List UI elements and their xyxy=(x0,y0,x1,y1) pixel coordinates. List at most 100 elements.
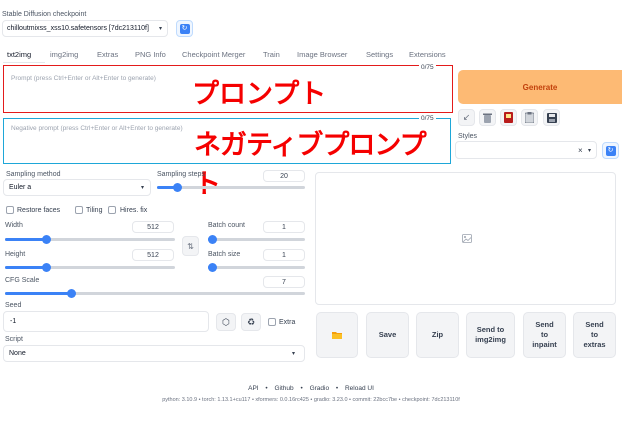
slider-fill xyxy=(5,266,45,269)
tab-img2img[interactable]: img2img xyxy=(50,50,78,59)
dice-icon: ⬡ xyxy=(222,316,230,327)
restore-faces-checkbox[interactable] xyxy=(6,206,14,214)
swap-icon: ⇅ xyxy=(187,241,194,251)
checkpoint-value: chilloutmixss_xss10.safetensors [7dc2131… xyxy=(7,25,149,32)
send-to-inpaint-button[interactable]: Send to inpaint xyxy=(523,312,566,358)
tab-image-browser[interactable]: Image Browser xyxy=(297,50,347,59)
read-params-button[interactable]: ↙ xyxy=(458,109,475,126)
height-label: Height xyxy=(5,251,26,258)
script-select[interactable]: None ▾ xyxy=(3,345,305,362)
height-slider[interactable] xyxy=(5,263,175,272)
restore-faces-label: Restore faces xyxy=(17,207,61,214)
arrow-icon: ↙ xyxy=(462,112,471,122)
reuse-seed-button[interactable]: ♻ xyxy=(241,313,261,331)
tab-txt2img[interactable]: txt2img xyxy=(7,50,31,59)
clear-icon[interactable]: × xyxy=(578,146,583,155)
width-input[interactable]: 512 xyxy=(132,221,174,233)
sampling-steps-slider[interactable] xyxy=(157,183,305,192)
slider-thumb[interactable] xyxy=(208,263,217,272)
footer-link-reload-ui[interactable]: Reload UI xyxy=(345,385,374,392)
generate-button[interactable]: Generate xyxy=(458,70,622,104)
clear-prompt-button[interactable] xyxy=(479,109,496,126)
send-to-extras-button[interactable]: Send to extras xyxy=(573,312,616,358)
batch-size-label: Batch size xyxy=(208,251,241,258)
negative-prompt-token-counter: 0/75 xyxy=(419,115,436,122)
prompt-textarea[interactable]: Prompt (press Ctrl+Enter or Alt+Enter to… xyxy=(3,65,453,113)
send-inpaint-line3: inpaint xyxy=(532,340,557,350)
prompt-token-counter: 0/75 xyxy=(419,64,436,71)
tab-settings[interactable]: Settings xyxy=(366,50,393,59)
cfg-scale-label: CFG Scale xyxy=(5,277,40,284)
cfg-scale-slider[interactable] xyxy=(5,289,305,298)
open-folder-button[interactable] xyxy=(316,312,358,358)
seed-input[interactable]: -1 xyxy=(3,311,209,332)
zip-button[interactable]: Zip xyxy=(416,312,459,358)
prompt-annotation: プロンプト xyxy=(192,79,327,110)
refresh-styles-button[interactable]: ↻ xyxy=(602,142,619,159)
send-extras-line1: Send xyxy=(585,319,604,329)
swap-dimensions-button[interactable]: ⇅ xyxy=(182,236,199,256)
footer-separator: • xyxy=(265,385,268,392)
footer-link-gradio[interactable]: Gradio xyxy=(310,385,330,392)
height-input[interactable]: 512 xyxy=(132,249,174,261)
styles-dropdown[interactable]: × ▾ xyxy=(455,141,597,159)
show-extra-networks-button[interactable] xyxy=(500,109,517,126)
clipboard-icon xyxy=(525,112,534,123)
tab-active-frame xyxy=(3,62,45,63)
tab-png-info[interactable]: PNG Info xyxy=(135,50,166,59)
slider-thumb[interactable] xyxy=(173,183,182,192)
random-seed-button[interactable]: ⬡ xyxy=(216,313,236,331)
generate-label: Generate xyxy=(522,82,558,92)
footer-link-api[interactable]: API xyxy=(248,385,258,392)
output-gallery[interactable] xyxy=(315,172,616,305)
sampling-method-label: Sampling method xyxy=(6,171,61,178)
batch-size-input[interactable]: 1 xyxy=(263,249,305,261)
slider-thumb[interactable] xyxy=(208,235,217,244)
tab-checkpoint-merger[interactable]: Checkpoint Merger xyxy=(182,50,245,59)
chevron-down-icon: ▾ xyxy=(588,148,592,154)
zip-label: Zip xyxy=(431,329,444,339)
tab-extensions[interactable]: Extensions xyxy=(409,50,446,59)
slider-thumb[interactable] xyxy=(67,289,76,298)
checkpoint-select[interactable]: chilloutmixss_xss10.safetensors [7dc2131… xyxy=(2,20,168,37)
sampling-steps-label: Sampling steps xyxy=(157,171,205,178)
styles-label: Styles xyxy=(458,133,478,140)
send-img2img-line2: img2img xyxy=(475,335,506,344)
apply-style-button[interactable] xyxy=(521,109,538,126)
negative-prompt-textarea[interactable]: Negative prompt (press Ctrl+Enter or Alt… xyxy=(3,118,451,200)
prompt-placeholder: Prompt (press Ctrl+Enter or Alt+Enter to… xyxy=(11,75,156,82)
width-label: Width xyxy=(5,222,23,229)
refresh-checkpoint-button[interactable]: ↻ xyxy=(176,20,193,37)
batch-count-slider[interactable] xyxy=(208,235,305,244)
batch-size-slider[interactable] xyxy=(208,263,305,272)
extra-seed-label: Extra xyxy=(279,319,296,326)
batch-count-input[interactable]: 1 xyxy=(263,221,305,233)
save-button[interactable]: Save xyxy=(366,312,409,358)
tiling-label: Tiling xyxy=(86,207,103,214)
extra-seed-checkbox[interactable] xyxy=(268,318,276,326)
save-style-button[interactable] xyxy=(543,109,560,126)
tab-train[interactable]: Train xyxy=(263,50,280,59)
footer-link-github[interactable]: Github xyxy=(275,385,294,392)
slider-thumb[interactable] xyxy=(42,235,51,244)
save-label: Save xyxy=(378,329,397,339)
tiling-checkbox[interactable] xyxy=(75,206,83,214)
send-to-img2img-button[interactable]: Send to img2img xyxy=(466,312,515,358)
slider-fill xyxy=(5,238,45,241)
hires-fix-checkbox[interactable] xyxy=(108,206,116,214)
hires-fix-label: Hires. fix xyxy=(120,207,148,214)
cfg-scale-input[interactable]: 7 xyxy=(263,276,305,288)
checkpoint-label: Stable Diffusion checkpoint xyxy=(2,11,87,18)
sampling-method-select[interactable]: Euler a ▾ xyxy=(3,179,151,196)
seed-label: Seed xyxy=(5,302,22,309)
card-icon xyxy=(504,112,513,123)
footer-versions: python: 3.10.9 • torch: 1.13.1+cu117 • x… xyxy=(162,397,460,403)
tab-extras[interactable]: Extras xyxy=(97,50,118,59)
sampling-method-value: Euler a xyxy=(9,184,32,191)
sampling-steps-input[interactable]: 20 xyxy=(263,170,305,182)
width-slider[interactable] xyxy=(5,235,175,244)
image-placeholder-icon xyxy=(462,234,472,243)
footer-links: API • Github • Gradio • Reload UI xyxy=(0,385,622,392)
send-inpaint-line2: to xyxy=(540,329,549,339)
slider-thumb[interactable] xyxy=(42,263,51,272)
